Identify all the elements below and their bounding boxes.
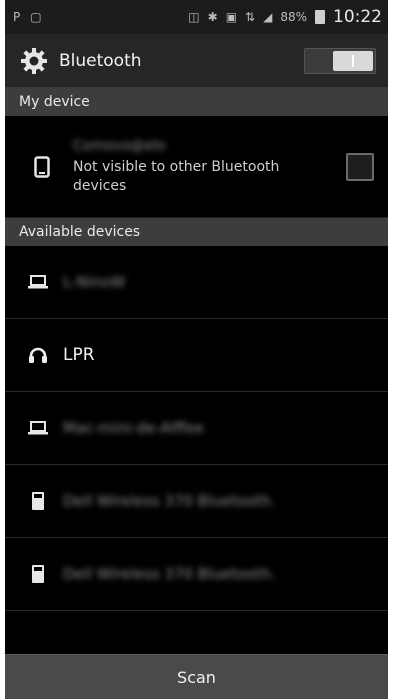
phone-screen: P ▢ ◫ ✱ ▣ ⇅ ◢ 88% 10:22 Bluetooth My dev… [5,0,388,699]
device-row-2[interactable]: LPR [5,319,388,392]
visibility-status: Not visible to other Bluetooth devices [73,158,280,194]
gear-icon[interactable] [19,46,49,76]
status-right: ◫ ✱ ▣ ⇅ ◢ 88% 10:22 [188,7,382,27]
device-row-5[interactable]: Dell Wireless 370 Bluetooth. [5,538,388,611]
section-header-available: Available devices [5,218,388,246]
scan-button[interactable]: Scan [5,654,388,699]
laptop-icon [27,417,49,439]
device-row-1[interactable]: L-NinoW [5,246,388,319]
headphones-icon [27,344,49,366]
laptop-icon [27,271,49,293]
status-bar: P ▢ ◫ ✱ ▣ ⇅ ◢ 88% 10:22 [5,0,388,34]
bluetooth-toggle[interactable] [304,47,376,74]
status-left: P ▢ [13,10,42,24]
device-label: L-NinoW [63,273,126,291]
data-icon: ⇅ [245,10,256,24]
signal-icon: ◢ [263,10,273,24]
device-label: LPR [63,345,95,365]
p-icon: P [13,10,21,24]
page-title: Bluetooth [59,50,142,71]
battery-icon [315,10,325,24]
clock: 10:22 [333,7,382,27]
device-row-4[interactable]: Dell Wireless 370 Bluetooth. [5,465,388,538]
phone-device-icon [27,563,49,585]
toggle-knob[interactable] [333,50,373,71]
my-device-texts: Comovo@elo Not visible to other Bluetoot… [73,138,346,196]
nfc-icon: ▣ [225,10,238,24]
action-bar: Bluetooth [5,34,388,88]
device-label: Mac-mini-de-Alffee [63,419,204,437]
phone-device-icon [27,490,49,512]
vibrate-icon: ◫ [188,10,200,24]
device-label: Dell Wireless 370 Bluetooth. [63,492,276,510]
my-device-name: Comovo@elo [73,137,166,154]
visibility-checkbox[interactable] [346,152,374,181]
device-row-3[interactable]: Mac-mini-de-Alffee [5,392,388,465]
section-header-my-device: My device [5,88,388,116]
bluetooth-icon: ✱ [207,10,218,24]
phone-icon [31,155,53,178]
storage-icon: ▢ [30,10,42,24]
device-label: Dell Wireless 370 Bluetooth. [63,565,276,583]
battery-text: 88% [280,10,307,24]
my-device-row[interactable]: Comovo@elo Not visible to other Bluetoot… [5,116,388,218]
